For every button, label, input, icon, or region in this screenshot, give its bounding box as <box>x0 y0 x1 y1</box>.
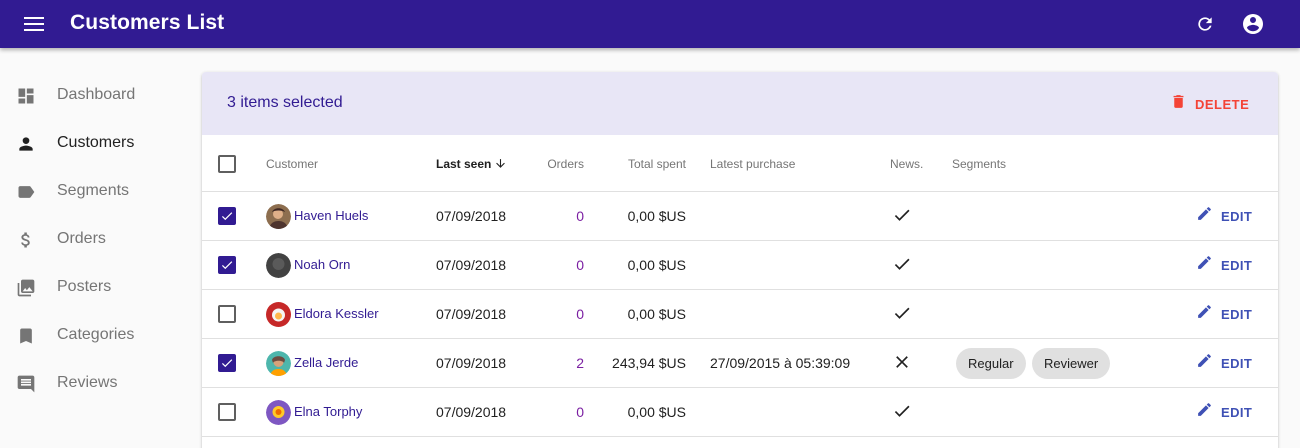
delete-button[interactable]: DELETE <box>1170 92 1249 116</box>
check-icon <box>891 204 913 226</box>
row-checkbox[interactable] <box>218 256 236 274</box>
comment-icon <box>16 374 36 394</box>
sidebar-item-dashboard[interactable]: Dashboard <box>0 72 190 120</box>
sidebar-item-orders[interactable]: Orders <box>0 216 190 264</box>
header-customer[interactable]: Customer <box>266 157 318 171</box>
person-icon <box>16 134 36 154</box>
check-icon <box>221 359 233 368</box>
row-checkbox[interactable] <box>218 305 236 323</box>
sidebar-item-label: Reviews <box>57 374 118 391</box>
edit-button[interactable]: EDIT <box>1196 206 1252 226</box>
row-checkbox[interactable] <box>218 207 236 225</box>
edit-label: EDIT <box>1221 404 1253 420</box>
selected-count: 3 items selected <box>227 94 343 111</box>
total-spent-cell: 0,00 $US <box>627 257 686 273</box>
delete-icon <box>1170 92 1187 116</box>
edit-icon <box>1196 303 1213 325</box>
sidebar-item-label: Categories <box>57 326 135 343</box>
select-all-checkbox[interactable] <box>218 155 236 173</box>
sidebar-item-label: Posters <box>57 278 112 295</box>
avatar <box>266 351 291 376</box>
account-circle-icon[interactable] <box>1240 11 1266 37</box>
edit-button[interactable]: EDIT <box>1196 304 1252 324</box>
last-seen-cell: 07/09/2018 <box>436 306 507 322</box>
sidebar: Dashboard Customers Segments Orders Post… <box>0 48 190 448</box>
header-total-spent[interactable]: Total spent <box>596 157 686 171</box>
table-header: Customer Last seen Orders Total spent La… <box>202 135 1278 192</box>
bookmark-icon <box>16 326 36 346</box>
edit-button[interactable]: EDIT <box>1196 255 1252 275</box>
segment-chip[interactable]: Regular <box>956 348 1026 379</box>
customer-link[interactable]: Elna Torphy <box>294 404 362 419</box>
customer-link[interactable]: Zella Jerde <box>294 355 358 370</box>
edit-button[interactable]: EDIT <box>1196 402 1252 422</box>
table-row[interactable]: Noah Orn 07/09/2018 0 0,00 $US EDIT <box>202 241 1278 290</box>
table-row[interactable]: Eldora Kessler 07/09/2018 0 0,00 $US EDI… <box>202 290 1278 339</box>
table-row[interactable]: Zella Jerde 07/09/2018 2 243,94 $US 27/0… <box>202 339 1278 388</box>
page-title: Customers List <box>70 11 225 34</box>
app-bar: Customers List <box>0 0 1300 48</box>
total-spent-cell: 0,00 $US <box>627 306 686 322</box>
collections-icon <box>16 278 36 298</box>
edit-icon <box>1196 254 1213 276</box>
header-orders[interactable]: Orders <box>524 157 584 171</box>
header-latest-purchase[interactable]: Latest purchase <box>710 157 795 171</box>
table-row[interactable]: Elna Torphy 07/09/2018 0 0,00 $US EDIT <box>202 388 1278 437</box>
sidebar-item-label: Customers <box>57 134 135 151</box>
last-seen-cell: 07/09/2018 <box>436 257 507 273</box>
customers-list-panel: 3 items selected DELETE Customer Last se… <box>202 72 1278 448</box>
edit-label: EDIT <box>1221 306 1253 322</box>
sidebar-item-label: Segments <box>57 182 130 199</box>
sidebar-item-label: Orders <box>57 230 106 247</box>
edit-icon <box>1196 205 1213 227</box>
avatar <box>266 302 291 327</box>
avatar <box>266 204 291 229</box>
close-icon <box>891 351 913 373</box>
total-spent-cell: 0,00 $US <box>627 404 686 420</box>
check-icon <box>891 400 913 422</box>
check-icon <box>891 302 913 324</box>
row-checkbox[interactable] <box>218 403 236 421</box>
edit-label: EDIT <box>1221 208 1253 224</box>
latest-purchase-cell: 27/09/2015 à 05:39:09 <box>710 355 851 371</box>
sidebar-item-categories[interactable]: Categories <box>0 312 190 360</box>
segment-chip[interactable]: Reviewer <box>1032 348 1111 379</box>
sidebar-item-label: Dashboard <box>57 86 136 103</box>
delete-label: DELETE <box>1195 96 1250 112</box>
label-icon <box>16 182 36 202</box>
refresh-icon[interactable] <box>1192 11 1218 37</box>
bulk-actions-toolbar: 3 items selected DELETE <box>202 72 1278 135</box>
sidebar-item-customers[interactable]: Customers <box>0 120 190 168</box>
edit-icon <box>1196 352 1213 374</box>
header-segments: Segments <box>952 157 1007 171</box>
check-icon <box>221 261 233 270</box>
header-last-seen[interactable]: Last seen <box>436 157 491 171</box>
sidebar-item-posters[interactable]: Posters <box>0 264 190 312</box>
avatar <box>266 253 291 278</box>
last-seen-cell: 07/09/2018 <box>436 355 507 371</box>
last-seen-cell: 07/09/2018 <box>436 208 507 224</box>
sort-descending-icon[interactable] <box>494 157 507 175</box>
table-row[interactable]: Haven Huels 07/09/2018 0 0,00 $US EDIT <box>202 192 1278 241</box>
customer-link[interactable]: Haven Huels <box>294 208 368 223</box>
avatar <box>266 400 291 425</box>
dashboard-icon <box>16 86 36 106</box>
total-spent-cell: 0,00 $US <box>627 208 686 224</box>
header-newsletter[interactable]: News. <box>890 157 923 171</box>
edit-button[interactable]: EDIT <box>1196 353 1252 373</box>
edit-label: EDIT <box>1221 257 1253 273</box>
check-icon <box>221 212 233 221</box>
menu-icon[interactable] <box>20 12 48 36</box>
last-seen-cell: 07/09/2018 <box>436 404 507 420</box>
check-icon <box>891 253 913 275</box>
row-checkbox[interactable] <box>218 354 236 372</box>
dollar-icon <box>16 230 36 250</box>
customer-link[interactable]: Eldora Kessler <box>294 306 379 321</box>
edit-icon <box>1196 401 1213 423</box>
customer-link[interactable]: Noah Orn <box>294 257 350 272</box>
sidebar-item-reviews[interactable]: Reviews <box>0 360 190 408</box>
sidebar-item-segments[interactable]: Segments <box>0 168 190 216</box>
total-spent-cell: 243,94 $US <box>612 355 686 371</box>
edit-label: EDIT <box>1221 355 1253 371</box>
